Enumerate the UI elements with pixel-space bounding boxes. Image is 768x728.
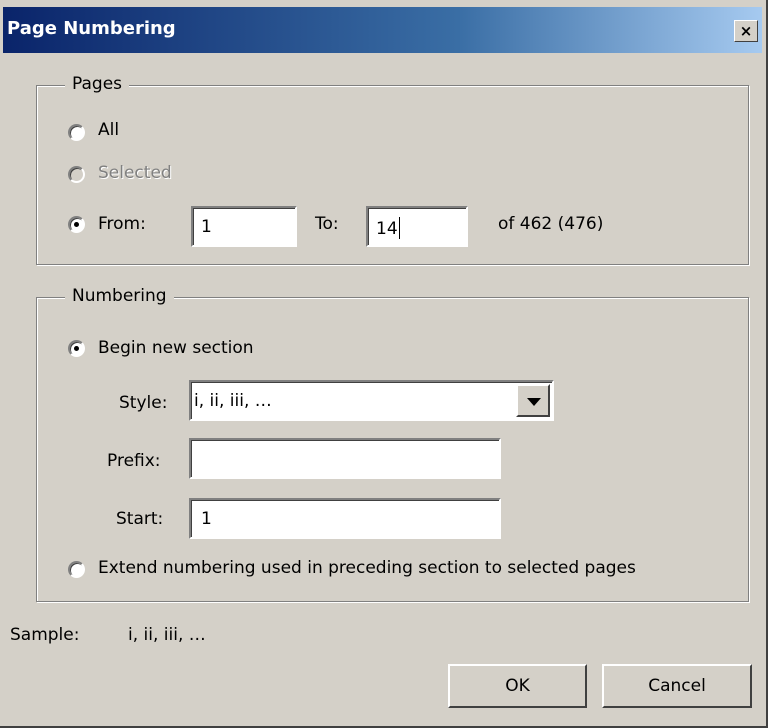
- start-label: Start:: [116, 509, 164, 529]
- start-input[interactable]: 1: [189, 498, 501, 539]
- style-value: i, ii, iii, …: [194, 391, 272, 411]
- sample-value: i, ii, iii, …: [128, 625, 206, 645]
- prefix-label: Prefix:: [107, 451, 161, 471]
- page-numbering-dialog: Page Numbering × Pages All Selected From…: [0, 0, 768, 728]
- pages-legend: Pages: [65, 74, 130, 94]
- from-page-input[interactable]: 1: [191, 206, 297, 247]
- cancel-button[interactable]: Cancel: [602, 664, 752, 708]
- extend-numbering-label[interactable]: Extend numbering used in preceding secti…: [98, 558, 636, 578]
- from-page-value: 1: [201, 217, 212, 237]
- page-count-label: of 462 (476): [498, 214, 604, 234]
- selected-pages-radio: [68, 166, 85, 183]
- ok-button[interactable]: OK: [448, 664, 587, 708]
- to-label: To:: [315, 214, 339, 234]
- text-cursor: [398, 217, 400, 239]
- title-bar[interactable]: Page Numbering ×: [3, 7, 762, 53]
- pages-group: Pages All Selected From: 1 To: 14 of 462…: [36, 74, 749, 265]
- from-label[interactable]: From:: [98, 214, 146, 234]
- numbering-legend: Numbering: [65, 286, 174, 306]
- begin-new-section-label[interactable]: Begin new section: [98, 338, 254, 358]
- numbering-group: Numbering Begin new section Style: i, ii…: [36, 286, 749, 602]
- all-pages-label[interactable]: All: [98, 120, 119, 140]
- close-button[interactable]: ×: [734, 20, 758, 42]
- style-select[interactable]: i, ii, iii, …: [189, 380, 554, 421]
- radio-selected-dot: [74, 346, 79, 351]
- ok-button-label: OK: [505, 676, 530, 696]
- prefix-input[interactable]: [189, 438, 501, 479]
- start-value: 1: [201, 509, 212, 529]
- style-label: Style:: [119, 393, 168, 413]
- radio-selected-dot: [74, 222, 79, 227]
- cancel-button-label: Cancel: [648, 676, 706, 696]
- from-pages-radio[interactable]: [68, 216, 85, 233]
- style-dropdown-button[interactable]: [516, 384, 550, 417]
- extend-numbering-radio[interactable]: [68, 561, 85, 578]
- sample-label: Sample:: [10, 625, 80, 645]
- selected-pages-label: Selected: [98, 163, 172, 183]
- to-page-value: 14: [376, 219, 398, 239]
- chevron-down-icon: [527, 398, 541, 406]
- dialog-title: Page Numbering: [7, 18, 176, 39]
- to-page-input[interactable]: 14: [366, 206, 468, 247]
- begin-new-section-radio[interactable]: [68, 340, 85, 357]
- all-pages-radio[interactable]: [68, 124, 85, 141]
- close-icon: ×: [739, 22, 753, 40]
